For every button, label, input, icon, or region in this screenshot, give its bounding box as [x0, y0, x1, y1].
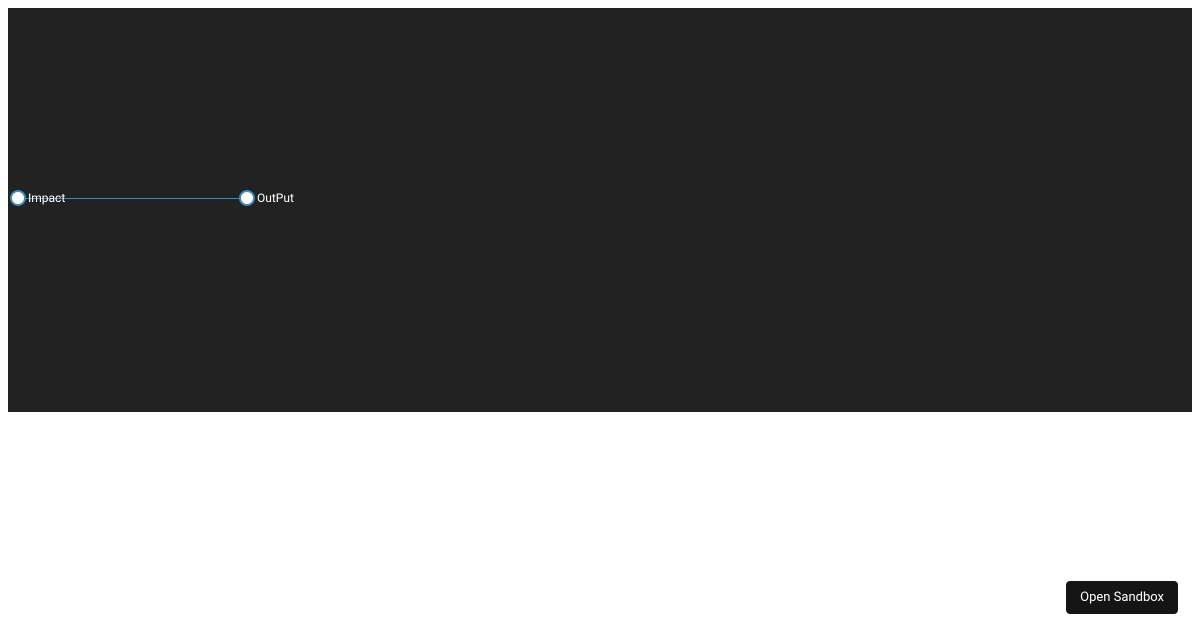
graph-canvas[interactable]: Impact OutPut: [8, 8, 1192, 412]
node-output[interactable]: OutPut: [239, 190, 294, 206]
node-impact[interactable]: Impact: [10, 190, 65, 206]
node-label-output: OutPut: [257, 191, 294, 205]
nodes-layer: Impact OutPut: [8, 8, 1192, 412]
node-circle-icon: [239, 190, 255, 206]
open-sandbox-button[interactable]: Open Sandbox: [1066, 581, 1178, 614]
node-circle-icon: [10, 190, 26, 206]
node-label-impact: Impact: [28, 191, 65, 205]
